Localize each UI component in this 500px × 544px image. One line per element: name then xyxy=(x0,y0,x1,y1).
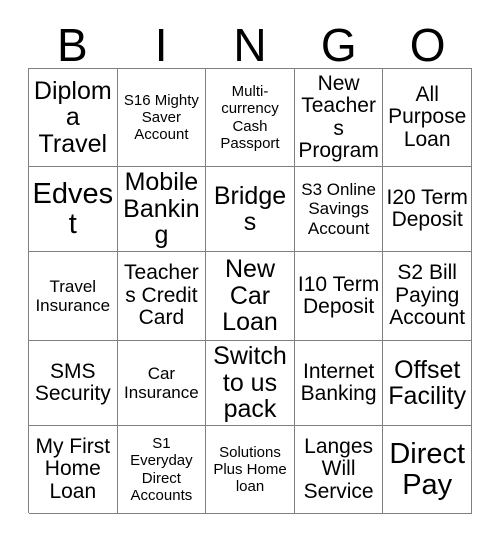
bingo-cell-label: Langes Will Service xyxy=(303,434,374,503)
bingo-cell-label: Switch to us pack xyxy=(213,342,287,424)
bingo-cell[interactable]: New Teachers Program xyxy=(294,69,384,167)
bingo-cell-label: S3 Online Savings Account xyxy=(301,180,376,238)
bingo-cell-label: New Teachers Program xyxy=(298,71,379,162)
bingo-cell-label: I20 Term Deposit xyxy=(386,185,468,231)
bingo-header-letter-n: N xyxy=(233,19,267,71)
bingo-cell-label: Bridges xyxy=(213,181,287,236)
bingo-cell-label: Edvest xyxy=(32,177,114,240)
bingo-cell-label: Internet Banking xyxy=(300,359,377,405)
bingo-cell[interactable]: Langes Will Service xyxy=(294,426,384,514)
bingo-cell-label: Travel Insurance xyxy=(35,276,111,315)
bingo-header-letter-g: G xyxy=(320,19,357,71)
bingo-cell[interactable]: All Purpose Loan xyxy=(383,69,472,167)
bingo-cell[interactable]: Solutions Plus Home loan xyxy=(206,426,295,514)
bingo-cell-label: I10 Term Deposit xyxy=(297,272,380,318)
bingo-cell[interactable]: I10 Term Deposit xyxy=(294,252,384,341)
bingo-cell-label: All Purpose Loan xyxy=(388,82,467,151)
bingo-header-row: B I N G O xyxy=(28,16,472,68)
bingo-cell[interactable]: I20 Term Deposit xyxy=(383,167,472,252)
bingo-cell-label: Mobile Banking xyxy=(123,168,200,250)
bingo-cell[interactable]: Diploma Travel xyxy=(29,69,118,167)
bingo-cell-label: SMS Security xyxy=(34,359,111,405)
bingo-cell[interactable]: Teachers Credit Card xyxy=(117,252,207,341)
bingo-cell[interactable]: S3 Online Savings Account xyxy=(294,167,384,252)
bingo-header-letter-i: I xyxy=(154,19,168,71)
bingo-cell[interactable]: Switch to us pack xyxy=(206,341,295,426)
bingo-cell[interactable]: S16 Mighty Saver Account xyxy=(117,69,207,167)
bingo-cell[interactable]: New Car Loan xyxy=(206,252,295,341)
bingo-cell-label: New Car Loan xyxy=(222,255,278,337)
bingo-cell[interactable]: Internet Banking xyxy=(294,341,384,426)
bingo-cell[interactable]: Bridges xyxy=(206,167,295,252)
bingo-cell[interactable]: S1 Everyday Direct Accounts xyxy=(117,426,207,514)
bingo-cell-label: S2 Bill Paying Account xyxy=(389,261,466,330)
bingo-cell-label: Offset Facility xyxy=(388,355,467,410)
bingo-card: B I N G O Diploma Travel S16 Mighty Save… xyxy=(0,0,500,544)
bingo-header-letter-o: O xyxy=(409,19,446,71)
bingo-cell[interactable]: Edvest xyxy=(29,167,118,252)
bingo-cell[interactable]: Direct Pay xyxy=(383,426,472,514)
bingo-cell-label: Solutions Plus Home loan xyxy=(213,443,287,496)
bingo-cell[interactable]: Mobile Banking xyxy=(117,167,207,252)
bingo-cell[interactable]: S2 Bill Paying Account xyxy=(383,252,472,341)
bingo-cell[interactable]: Multi-currency Cash Passport xyxy=(206,69,295,167)
bingo-cell-label: Diploma Travel xyxy=(33,76,112,158)
bingo-cell[interactable]: Offset Facility xyxy=(383,341,472,426)
bingo-cell-label: My First Home Loan xyxy=(35,434,111,503)
bingo-cell-label: S1 Everyday Direct Accounts xyxy=(130,435,193,504)
bingo-grid: Diploma Travel S16 Mighty Saver Account … xyxy=(28,68,472,514)
bingo-cell-label: Multi-currency Cash Passport xyxy=(220,83,280,152)
bingo-cell-label: Teachers Credit Card xyxy=(124,261,199,330)
bingo-cell[interactable]: Car Insurance xyxy=(117,341,207,426)
bingo-cell-label: S16 Mighty Saver Account xyxy=(123,91,199,144)
bingo-header-letter-b: B xyxy=(57,19,88,71)
bingo-cell-label: Direct Pay xyxy=(389,438,466,501)
bingo-cell[interactable]: My First Home Loan xyxy=(29,426,118,514)
bingo-cell[interactable]: Travel Insurance xyxy=(29,252,118,341)
bingo-cell-label: Car Insurance xyxy=(124,363,199,402)
bingo-cell[interactable]: SMS Security xyxy=(29,341,118,426)
